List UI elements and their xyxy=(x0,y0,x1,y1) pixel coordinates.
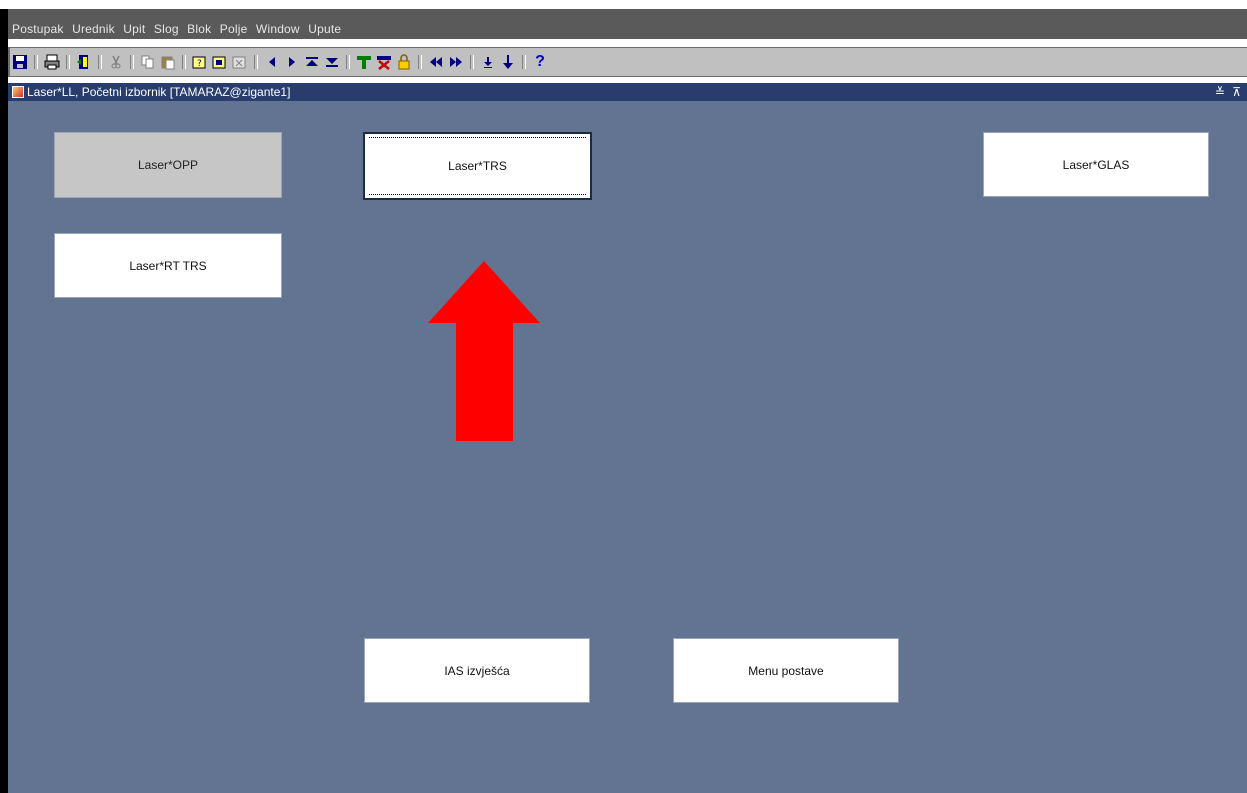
delete-record-icon[interactable] xyxy=(376,54,392,70)
previous-block-icon[interactable] xyxy=(428,54,444,70)
toolbar-separator xyxy=(470,55,474,69)
query-enter-icon[interactable]: ? xyxy=(192,54,208,70)
menu-upute[interactable]: Upute xyxy=(308,22,341,36)
window-titlebar[interactable]: Laser*LL, Početni izbornik [TAMARAZ@ziga… xyxy=(8,83,1247,101)
window-title: Laser*LL, Početni izbornik [TAMARAZ@ziga… xyxy=(27,85,291,99)
print-icon[interactable] xyxy=(44,54,60,70)
paste-icon[interactable] xyxy=(160,54,176,70)
query-cancel-icon[interactable] xyxy=(232,54,248,70)
toolbar-separator xyxy=(98,55,102,69)
menu-slog[interactable]: Slog xyxy=(154,22,179,36)
save-icon[interactable] xyxy=(12,54,28,70)
laser-trs-button[interactable]: Laser*TRS xyxy=(363,132,592,200)
focus-indicator-bottom xyxy=(369,194,586,195)
query-execute-icon[interactable] xyxy=(212,54,228,70)
menu-window[interactable]: Window xyxy=(256,22,300,36)
button-label: Laser*GLAS xyxy=(1062,157,1130,172)
menu-postupak[interactable]: Postupak xyxy=(12,22,64,36)
insert-record-icon[interactable] xyxy=(356,54,372,70)
lock-record-icon[interactable] xyxy=(396,54,412,70)
left-edge xyxy=(0,9,8,793)
toolbar-separator xyxy=(522,55,526,69)
toolbar-separator xyxy=(34,55,38,69)
laser-opp-button[interactable]: Laser*OPP xyxy=(54,132,282,198)
application-frame: Postupak Urednik Upit Slog Blok Polje Wi… xyxy=(0,0,1247,793)
button-label: Menu postave xyxy=(748,663,824,678)
svg-text:?: ? xyxy=(197,59,202,69)
menu-upit[interactable]: Upit xyxy=(123,22,145,36)
window-controls-icon[interactable]: ≚ ⊼ xyxy=(1215,85,1243,99)
toolbar-separator xyxy=(346,55,350,69)
focus-indicator-top xyxy=(369,137,586,138)
first-block-icon[interactable] xyxy=(304,54,320,70)
down-arrow-icon[interactable] xyxy=(500,54,516,70)
exit-door-icon[interactable] xyxy=(76,54,92,70)
top-strip xyxy=(0,0,1247,9)
button-label: Laser*OPP xyxy=(137,158,199,172)
copy-icon[interactable] xyxy=(140,54,156,70)
red-up-arrow-icon xyxy=(428,261,540,441)
previous-record-icon[interactable] xyxy=(264,54,280,70)
toolbar: ? ? xyxy=(10,48,1247,76)
menu-blok[interactable]: Blok xyxy=(187,22,211,36)
cut-icon[interactable] xyxy=(108,54,124,70)
toolbar-separator xyxy=(130,55,134,69)
toolbar-separator xyxy=(254,55,258,69)
toolbar-separator xyxy=(418,55,422,69)
down-small-icon[interactable] xyxy=(480,54,496,70)
next-block-icon[interactable] xyxy=(448,54,464,70)
laser-rt-trs-button[interactable]: Laser*RT TRS xyxy=(54,233,282,298)
menu-postave-button[interactable]: Menu postave xyxy=(673,638,899,703)
toolbar-separator xyxy=(66,55,70,69)
button-label: Laser*RT TRS xyxy=(129,258,207,273)
menu-bar: Postupak Urednik Upit Slog Blok Polje Wi… xyxy=(8,9,1247,39)
main-menu-canvas: Laser*OPP Laser*TRS Laser*GLAS Laser*RT … xyxy=(8,101,1247,793)
menu-polje[interactable]: Polje xyxy=(220,22,248,36)
help-icon[interactable]: ? xyxy=(532,53,548,70)
button-label: IAS izvješća xyxy=(444,663,510,678)
last-block-icon[interactable] xyxy=(324,54,340,70)
app-icon xyxy=(12,86,24,98)
menu-urednik[interactable]: Urednik xyxy=(72,22,115,36)
ias-izvjesca-button[interactable]: IAS izvješća xyxy=(364,638,590,703)
laser-glas-button[interactable]: Laser*GLAS xyxy=(983,132,1209,197)
next-record-icon[interactable] xyxy=(284,54,300,70)
button-label: Laser*TRS xyxy=(448,159,507,173)
toolbar-separator xyxy=(182,55,186,69)
